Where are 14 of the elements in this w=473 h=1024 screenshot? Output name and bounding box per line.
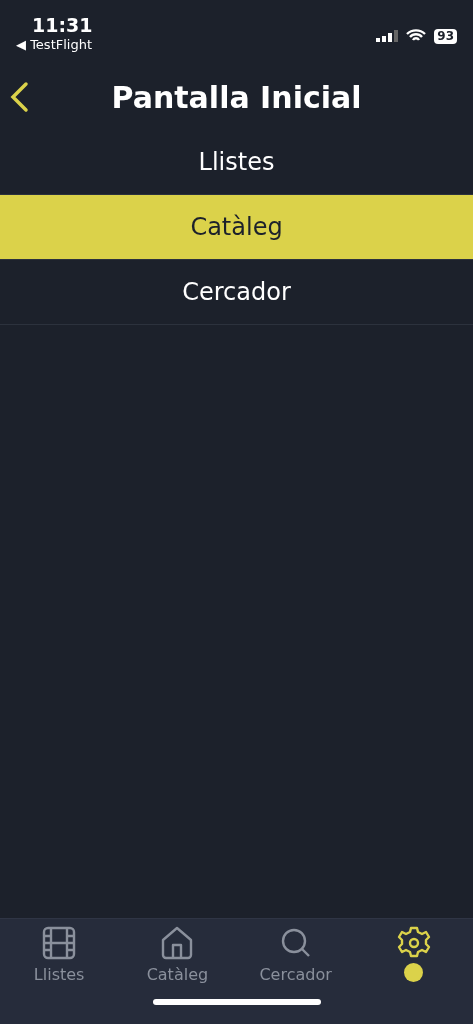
active-dot [404, 963, 424, 982]
signal-icon [376, 30, 399, 42]
screen-title: Pantalla Inicial [111, 78, 362, 117]
back-to-app-link[interactable]: ◀ TestFlight [16, 36, 93, 54]
wifi-icon [406, 29, 427, 43]
tab-item[interactable]: Llistes [0, 919, 119, 987]
tab-item[interactable]: Catàleg [118, 919, 237, 987]
battery-level: 93 [434, 28, 457, 44]
back-button[interactable] [8, 81, 30, 113]
status-time: 11:31 [32, 14, 93, 36]
menu-option[interactable]: Cercador [0, 260, 473, 325]
film-icon [41, 925, 78, 961]
menu-option[interactable]: Catàleg [0, 195, 473, 260]
tab-item[interactable]: Cercador [236, 919, 355, 987]
